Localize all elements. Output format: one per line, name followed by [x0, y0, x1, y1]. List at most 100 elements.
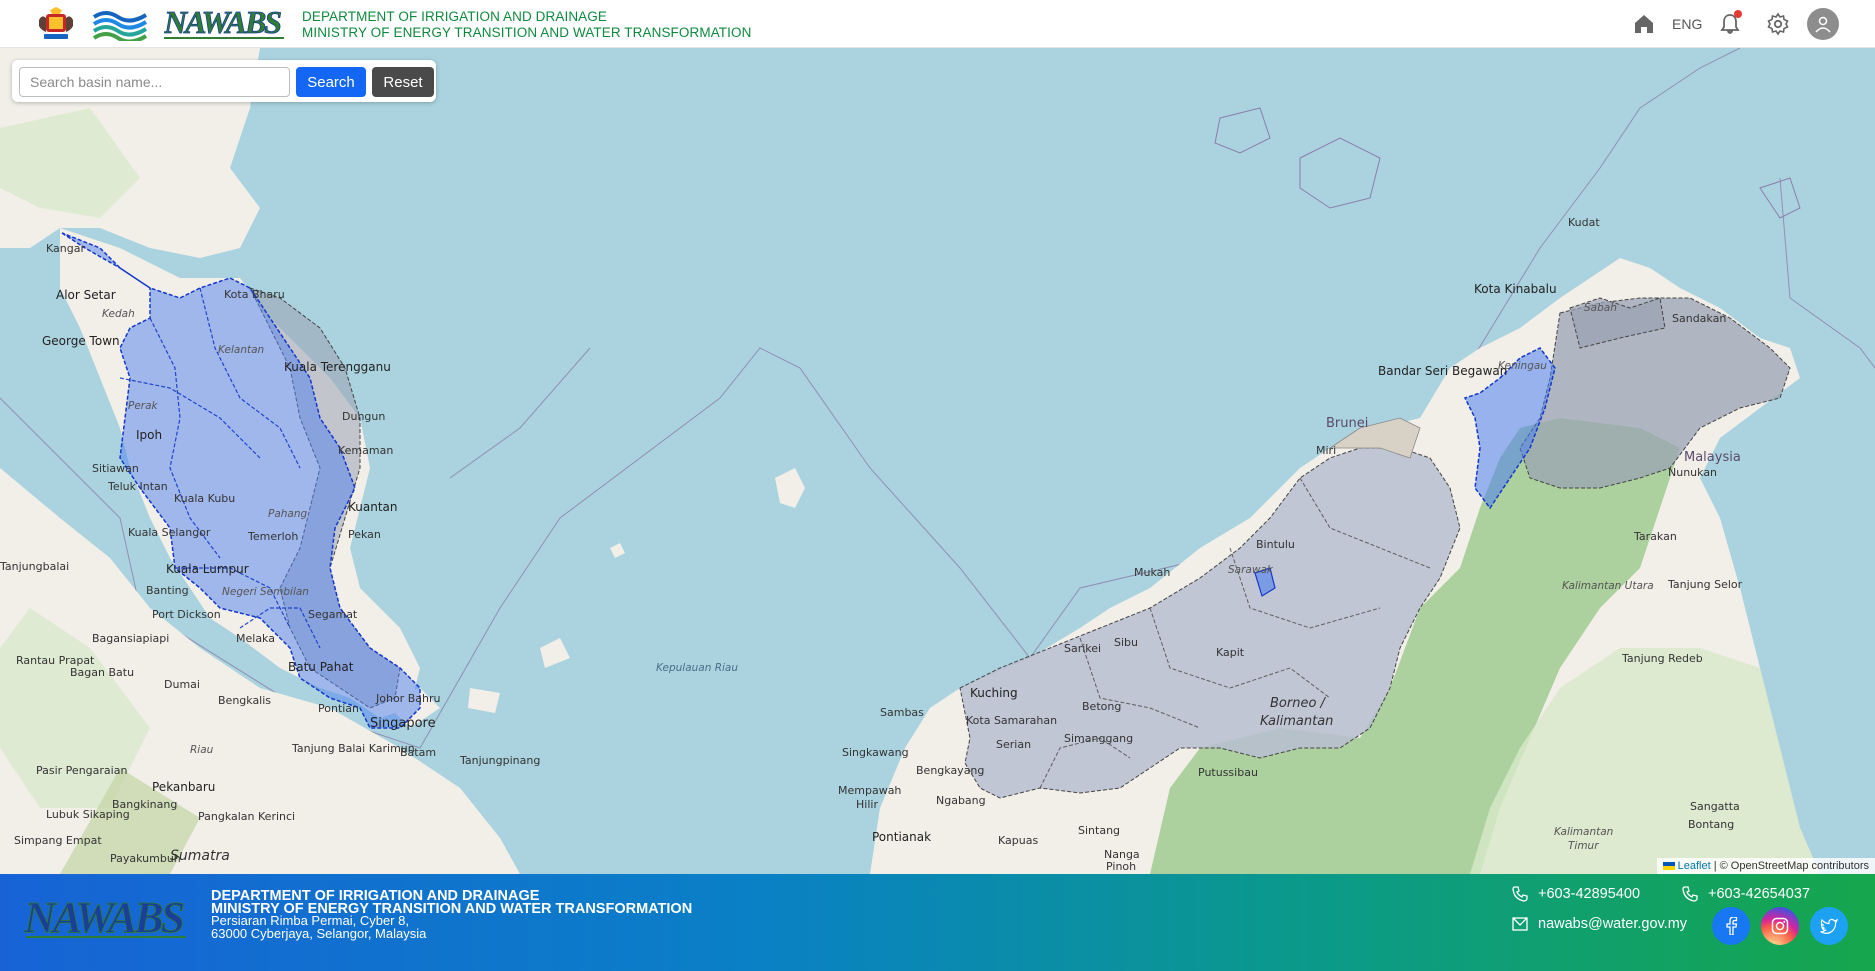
- map-label: Serian: [996, 738, 1032, 751]
- footer-nawabs-logo: NAWABS: [23, 893, 194, 943]
- map-label: Perak: [128, 400, 158, 412]
- map-label: Pekan: [348, 528, 381, 541]
- map-label: Bagan Batu: [70, 666, 135, 679]
- map-label: Pasir Pengaraian: [36, 764, 128, 777]
- map-label: Melaka: [236, 632, 275, 645]
- map-label: Sambas: [880, 706, 924, 719]
- leaflet-link[interactable]: Leaflet: [1678, 860, 1711, 872]
- map-label: Sabah: [1584, 302, 1617, 314]
- map-label: Kalimantan: [1260, 714, 1334, 729]
- facebook-icon: [1726, 917, 1738, 935]
- footer: NAWABS DEPARTMENT OF IRRIGATION AND DRAI…: [0, 874, 1875, 971]
- map-label: Temerloh: [248, 530, 299, 543]
- twitter-button[interactable]: [1810, 907, 1848, 945]
- email-address: nawabs@water.gov.my: [1538, 916, 1688, 932]
- map-label: Tanjung Selor: [1668, 578, 1743, 591]
- map-label: Lubuk Sikaping: [46, 808, 130, 821]
- map-label: Timur: [1568, 840, 1599, 852]
- map-label: Sarawak: [1228, 564, 1273, 576]
- attribution-text: | © OpenStreetMap contributors: [1713, 860, 1869, 872]
- map-label: Simanggang: [1064, 732, 1134, 745]
- map-label: Kapuas: [998, 834, 1039, 847]
- map-label: Mukah: [1134, 566, 1171, 579]
- map-label: Bengkalis: [218, 694, 272, 707]
- map-label: Simpang Empat: [14, 834, 102, 847]
- map-label: Sintang: [1078, 824, 1121, 837]
- map-label: George Town: [42, 334, 120, 348]
- map-label: Pekanbaru: [152, 780, 216, 794]
- reset-button[interactable]: Reset: [372, 67, 434, 97]
- map-label: Brunei: [1326, 416, 1369, 431]
- map-label: Bontang: [1688, 818, 1735, 831]
- map-label: Tanjungbalai: [0, 560, 70, 573]
- map-label: Kudat: [1568, 216, 1600, 229]
- twitter-icon: [1820, 918, 1838, 934]
- instagram-button[interactable]: [1761, 907, 1799, 945]
- phone-number-1: +603-42895400: [1538, 886, 1641, 902]
- malaysia-crest-logo: [39, 7, 73, 39]
- map-label: Nunukan: [1668, 466, 1718, 479]
- footer-logo-text: NAWABS: [24, 894, 184, 940]
- map-label: Kota Bharu: [224, 288, 285, 301]
- search-input[interactable]: [19, 67, 290, 97]
- user-icon: [1815, 16, 1831, 33]
- basin-map[interactable]: Kangar Alor Setar George Town Kedah Pera…: [0, 48, 1875, 874]
- map-label: Pontianak: [872, 830, 932, 844]
- map-label: Singkawang: [842, 746, 909, 759]
- map-label: Borneo /: [1270, 696, 1325, 711]
- map-label: Banting: [146, 584, 189, 597]
- map-label: Kangar: [46, 242, 85, 255]
- header-dept-line: DEPARTMENT OF IRRIGATION AND DRAINAGE: [302, 9, 607, 24]
- phone-contact-2[interactable]: +603-42654037: [1682, 886, 1810, 902]
- map-label: Bengkayang: [916, 764, 985, 777]
- map-label: Tarakan: [1634, 530, 1677, 543]
- language-selector[interactable]: ENG: [1672, 16, 1702, 32]
- map-label: Batu Pahat: [288, 660, 354, 674]
- map-label: Putussibau: [1198, 766, 1258, 779]
- map-label: Ipoh: [136, 428, 163, 442]
- map-label: Pangkalan Kerinci: [198, 810, 296, 823]
- map-label: Sangatta: [1690, 800, 1740, 813]
- map-label: Bagansiapiapi: [92, 632, 170, 645]
- map-label: Bintulu: [1256, 538, 1295, 551]
- phone-icon: [1512, 886, 1528, 902]
- map-label: Kota Samarahan: [966, 714, 1058, 727]
- map-label: Kuantan: [348, 500, 398, 514]
- map-label: Pontian: [318, 702, 360, 715]
- map-label: Alor Setar: [56, 288, 116, 302]
- notification-dot: [1734, 10, 1742, 18]
- map-label: Hilir: [856, 798, 878, 811]
- map-label: Malaysia: [1684, 450, 1741, 465]
- map-label: Kuala Lumpur: [166, 562, 249, 576]
- map-label: Negeri Sembilan: [222, 586, 309, 598]
- phone-icon: [1682, 886, 1698, 902]
- footer-org-info: DEPARTMENT OF IRRIGATION AND DRAINAGE MI…: [211, 889, 692, 940]
- phone-contact-1[interactable]: +603-42895400: [1512, 886, 1640, 902]
- map-label: Sandakan: [1672, 312, 1727, 325]
- instagram-icon: [1771, 917, 1789, 935]
- map-label: Riau: [190, 744, 214, 756]
- map-label: Tanjung Balai Karimun: [292, 742, 415, 755]
- map-label: Sibu: [1114, 636, 1138, 649]
- user-avatar[interactable]: [1807, 8, 1839, 40]
- map-label: Kota Kinabalu: [1474, 282, 1557, 296]
- email-contact[interactable]: nawabs@water.gov.my: [1512, 916, 1687, 932]
- map-canvas[interactable]: [0, 48, 1875, 874]
- search-button[interactable]: Search: [296, 67, 366, 97]
- map-label: Kapit: [1216, 646, 1245, 659]
- top-header: NAWABS DEPARTMENT OF IRRIGATION AND DRAI…: [0, 0, 1875, 48]
- map-label: Kuala Kubu: [174, 492, 236, 505]
- map-label: Kalimantan: [1554, 826, 1614, 838]
- phone-number-2: +603-42654037: [1708, 886, 1811, 902]
- map-label: Sumatra: [170, 848, 230, 864]
- map-label: Tanjung Redeb: [1622, 652, 1703, 665]
- map-attribution: Leaflet | © OpenStreetMap contributors: [1656, 858, 1875, 874]
- facebook-button[interactable]: [1712, 907, 1750, 945]
- jps-waves-logo: [92, 11, 148, 41]
- gear-icon[interactable]: [1766, 12, 1790, 36]
- map-label: Kelantan: [218, 344, 265, 356]
- map-label: Teluk Intan: [108, 480, 168, 493]
- home-icon[interactable]: [1632, 12, 1656, 36]
- map-label: Pahang: [268, 508, 308, 520]
- map-label: Kedah: [102, 308, 135, 320]
